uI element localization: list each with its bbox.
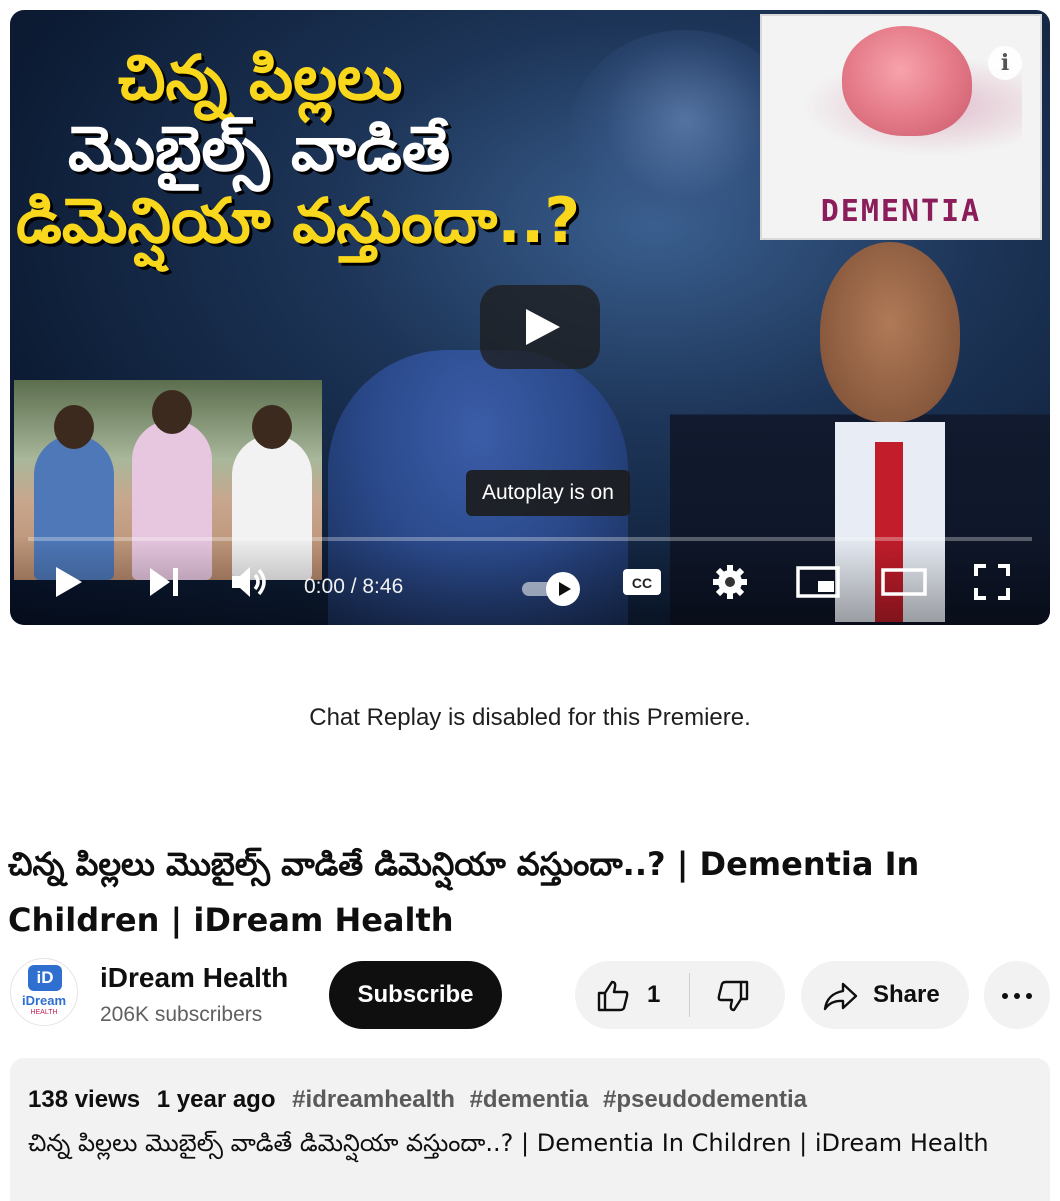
subscribe-button[interactable]: Subscribe (329, 961, 502, 1029)
dementia-brain-graphic (842, 26, 972, 136)
hashtag-link[interactable]: #dementia (470, 1086, 589, 1113)
like-dislike-group: 1 (575, 961, 785, 1029)
next-icon (150, 568, 178, 596)
video-title: చిన్న పిల్లలు మొబైల్స్ వాడితే డిమెన్షియా… (8, 845, 920, 939)
description-text: చిన్న పిల్లలు మొబైల్స్ వాడితే డిమెన్షియా… (28, 1129, 989, 1157)
thumbs-up-icon (597, 980, 629, 1012)
play-icon (526, 309, 560, 345)
thumbnail-dementia-card: DEMENTIA i (760, 14, 1042, 240)
dislike-button[interactable] (691, 961, 785, 1029)
share-button[interactable]: Share (801, 961, 969, 1029)
thumbnail-title-text: చిన్న పిల్లలు మొబైల్స్ వాడితే డిమెన్షియా… (10, 42, 790, 256)
miniplayer-icon (796, 566, 840, 598)
avatar-logo-mark: iD (28, 965, 62, 991)
thumbs-down-icon (717, 980, 749, 1012)
subscriber-count: 206K subscribers (100, 1003, 263, 1026)
fullscreen-icon (974, 564, 1010, 600)
upload-age: 1 year ago (156, 1086, 276, 1113)
hashtag-link[interactable]: #pseudodementia (603, 1086, 807, 1113)
thumbnail-title-line-1: చిన్న పిల్లలు (118, 41, 403, 114)
like-divider (689, 973, 690, 1017)
thumbnail-title-line-2: మొబైల్స్ వాడితే (68, 112, 451, 186)
autoplay-tooltip: Autoplay is on (466, 470, 630, 516)
video-player[interactable]: చిన్న పిల్లలు మొబైల్స్ వాడితే డిమెన్షియా… (10, 10, 1050, 625)
captions-button[interactable]: CC (620, 562, 664, 602)
more-dot (1026, 993, 1032, 999)
channel-avatar[interactable]: iD iDream HEALTH (10, 958, 78, 1026)
settings-button[interactable] (710, 562, 750, 602)
play-icon (559, 582, 571, 596)
description-box[interactable]: 138 views 1 year ago #idreamhealth #deme… (10, 1058, 1050, 1201)
next-button[interactable] (144, 562, 184, 602)
chat-replay-notice: Chat Replay is disabled for this Premier… (309, 704, 751, 731)
theater-icon (881, 568, 927, 596)
more-dot (1014, 993, 1020, 999)
play-button[interactable] (48, 562, 88, 602)
play-icon (56, 567, 82, 597)
channel-name[interactable]: iDream Health (100, 962, 288, 994)
share-label: Share (873, 981, 940, 1008)
svg-text:CC: CC (632, 575, 652, 591)
like-button[interactable]: 1 (575, 961, 690, 1029)
fullscreen-button[interactable] (972, 562, 1012, 602)
gear-icon (713, 565, 747, 599)
autoplay-toggle[interactable] (518, 572, 582, 606)
like-count: 1 (647, 981, 661, 1008)
description-meta: 138 views 1 year ago #idreamhealth #deme… (28, 1086, 815, 1114)
info-icon[interactable]: i (988, 46, 1022, 80)
dementia-card-word: DEMENTIA (820, 194, 982, 229)
theater-mode-button[interactable] (880, 562, 928, 602)
volume-icon (232, 567, 266, 597)
more-dot (1002, 993, 1008, 999)
avatar-logo-text: iDream (21, 993, 67, 1008)
large-play-button[interactable] (480, 285, 600, 369)
view-count: 138 views (28, 1086, 141, 1113)
more-actions-button[interactable] (984, 961, 1050, 1029)
time-display: 0:00 / 8:46 (304, 575, 404, 598)
progress-bar[interactable] (28, 537, 1032, 541)
hashtag-link[interactable]: #idreamhealth (292, 1086, 455, 1113)
volume-button[interactable] (228, 562, 270, 602)
captions-icon: CC (623, 569, 661, 595)
avatar-logo-subtext: HEALTH (30, 1009, 58, 1016)
share-icon (823, 982, 858, 1011)
miniplayer-button[interactable] (795, 562, 841, 602)
